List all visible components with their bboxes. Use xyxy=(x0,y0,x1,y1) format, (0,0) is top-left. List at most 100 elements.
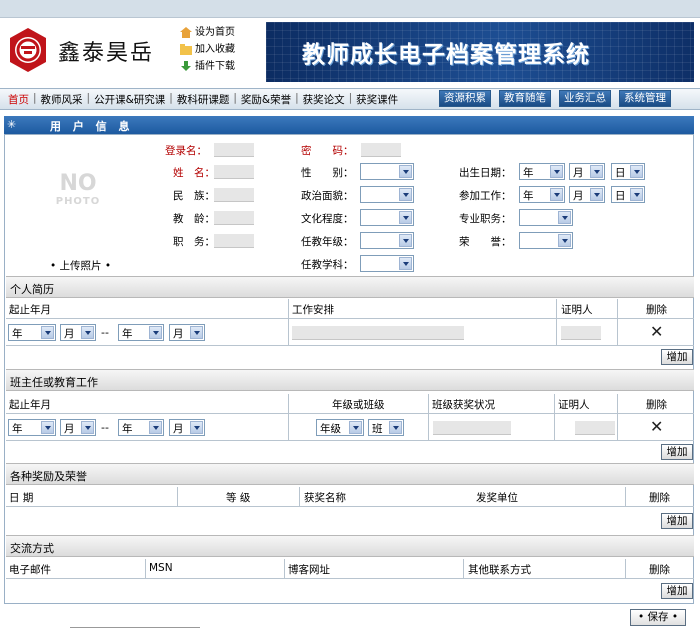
teach-age-label: 教 龄： xyxy=(173,213,215,225)
education-select[interactable] xyxy=(360,209,414,226)
resume-col-period: 起止年月 xyxy=(9,304,51,316)
awards-col-level: 等 级 xyxy=(226,492,251,504)
awards-col-delete: 删除 xyxy=(649,492,670,504)
grade-label: 任教年级： xyxy=(301,236,354,248)
birth-label: 出生日期： xyxy=(459,167,512,179)
ethnic-input[interactable] xyxy=(214,188,254,202)
ct-col-delete: 删除 xyxy=(646,399,667,411)
login-input[interactable] xyxy=(214,143,254,157)
prof-title-label: 专业职务： xyxy=(459,213,512,225)
bottom-divider xyxy=(70,627,200,628)
political-label: 政治面貌： xyxy=(301,190,354,202)
teach-age-input[interactable] xyxy=(214,211,254,225)
gender-label: 性 别： xyxy=(301,167,354,179)
subject-label: 任教学科： xyxy=(301,259,354,271)
upload-photo-link[interactable]: • 上传照片 • xyxy=(50,258,111,273)
political-select[interactable] xyxy=(360,186,414,203)
add-favorite-link[interactable]: 加入收藏 xyxy=(180,41,235,58)
resume-to-year-select[interactable]: 年 xyxy=(118,324,164,341)
honor-select[interactable] xyxy=(519,232,573,249)
resume-to-month-select[interactable]: 月 xyxy=(169,324,205,341)
resume-from-month-select[interactable]: 月 xyxy=(60,324,96,341)
ct-from-month-select[interactable]: 月 xyxy=(60,419,96,436)
name-input[interactable] xyxy=(214,165,254,179)
awards-add-button[interactable]: 增加 xyxy=(661,513,693,529)
resume-col-delete: 删除 xyxy=(646,304,667,316)
nav-essay-button[interactable]: 教育随笔 xyxy=(499,90,551,107)
resume-header-row: 起止年月 工作安排 证明人 删除 xyxy=(6,299,694,319)
main-nav: 首页 | 教师风采 | 公开课&研究课 | 教科研课题 | 奖励&荣誉 | 获奖论文 | 获… xyxy=(0,88,700,110)
nav-summary-button[interactable]: 业务汇总 xyxy=(559,90,611,107)
ct-award-input[interactable] xyxy=(433,421,511,435)
banner-title: 教师成长电子档案管理系统 xyxy=(302,41,590,68)
resume-col-work: 工作安排 xyxy=(292,304,334,316)
duty-input[interactable] xyxy=(214,234,254,248)
ct-class-select[interactable]: 班 xyxy=(368,419,404,436)
contact-add-button[interactable]: 增加 xyxy=(661,583,693,599)
contact-col-other: 其他联系方式 xyxy=(468,564,531,576)
plugin-download-link[interactable]: 插件下载 xyxy=(180,58,235,75)
contact-col-msn: MSN xyxy=(149,562,173,574)
prof-title-select[interactable] xyxy=(519,209,573,226)
ct-from-year-select[interactable]: 年 xyxy=(8,419,56,436)
ct-col-award: 班级获奖状况 xyxy=(432,399,495,411)
resume-witness-input[interactable] xyxy=(561,326,601,340)
nav-papers[interactable]: 获奖论文 xyxy=(299,92,349,107)
resume-delete-icon[interactable]: ✕ xyxy=(650,322,663,341)
resume-work-input[interactable] xyxy=(292,326,464,340)
birth-month-select[interactable]: 月 xyxy=(569,163,605,180)
ct-col-period: 起止年月 xyxy=(9,399,51,411)
work-day-select[interactable]: 日 xyxy=(611,186,645,203)
education-label: 文化程度： xyxy=(301,213,354,225)
nav-open-class[interactable]: 公开课&研究课 xyxy=(90,92,169,107)
resume-from-year-select[interactable]: 年 xyxy=(8,324,56,341)
ct-to-month-select[interactable]: 月 xyxy=(169,419,205,436)
honor-label: 荣 誉： xyxy=(459,236,512,248)
work-month-select[interactable]: 月 xyxy=(569,186,605,203)
top-strip xyxy=(0,0,700,18)
gender-select[interactable] xyxy=(360,163,414,180)
ct-dash: -- xyxy=(101,421,109,434)
photo-sub-text: PHOTO xyxy=(55,196,101,207)
awards-title: 各种奖励及荣誉 xyxy=(10,470,87,483)
resume-section-header: 个人简历 xyxy=(6,276,694,298)
home-icon xyxy=(180,27,192,38)
ct-delete-icon[interactable]: ✕ xyxy=(650,417,663,436)
ct-add-button[interactable]: 增加 xyxy=(661,444,693,460)
grade-select[interactable] xyxy=(360,232,414,249)
nav-courseware[interactable]: 获奖课件 xyxy=(352,92,402,107)
subject-select[interactable] xyxy=(360,255,414,272)
resume-title: 个人简历 xyxy=(10,283,54,296)
nav-research[interactable]: 教科研课题 xyxy=(173,92,234,107)
nav-admin-button[interactable]: 系统管理 xyxy=(619,90,671,107)
contact-title: 交流方式 xyxy=(10,542,54,555)
birth-day-select[interactable]: 日 xyxy=(611,163,645,180)
user-info-title: 用 户 信 息 xyxy=(50,120,134,133)
password-label: 密 码： xyxy=(301,145,354,157)
ct-witness-input[interactable] xyxy=(575,421,615,435)
password-input[interactable] xyxy=(361,143,401,157)
name-label: 姓 名： xyxy=(173,167,215,179)
resume-col-witness: 证明人 xyxy=(561,304,593,316)
save-button[interactable]: • 保存 • xyxy=(630,609,686,626)
add-favorite-label: 加入收藏 xyxy=(195,44,235,55)
ct-col-witness: 证明人 xyxy=(558,399,590,411)
ct-col-grade: 年级或班级 xyxy=(332,399,385,411)
resume-dash: -- xyxy=(101,326,109,339)
class-teacher-title: 班主任或教育工作 xyxy=(10,376,98,389)
awards-header-row: 日 期 等 级 获奖名称 发奖单位 删除 xyxy=(6,487,694,507)
nav-resources-button[interactable]: 资源积累 xyxy=(439,90,491,107)
work-year-select[interactable]: 年 xyxy=(519,186,565,203)
nav-teacher-style[interactable]: 教师风采 xyxy=(37,92,87,107)
set-home-link[interactable]: 设为首页 xyxy=(180,24,235,41)
class-teacher-header-row: 起止年月 年级或班级 班级获奖状况 证明人 删除 xyxy=(6,394,694,414)
nav-awards[interactable]: 奖励&荣誉 xyxy=(237,92,295,107)
class-teacher-section-header: 班主任或教育工作 xyxy=(6,369,694,391)
user-info-header: ✳ 用 户 信 息 xyxy=(4,116,694,134)
resume-add-button[interactable]: 增加 xyxy=(661,349,693,365)
birth-year-select[interactable]: 年 xyxy=(519,163,565,180)
nav-home[interactable]: 首页 xyxy=(4,92,33,107)
ct-to-year-select[interactable]: 年 xyxy=(118,419,164,436)
awards-col-unit: 发奖单位 xyxy=(476,492,518,504)
ct-grade-select[interactable]: 年级 xyxy=(316,419,364,436)
